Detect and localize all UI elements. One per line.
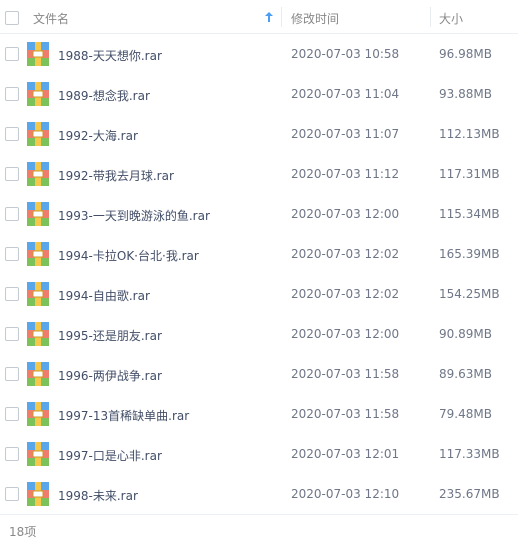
file-modified-time: 2020-07-03 12:02 [291, 247, 400, 261]
file-modified-time: 2020-07-03 11:58 [291, 367, 400, 381]
file-rows: 1988-天天想你.rar 2020-07-03 10:58 96.98MB 1… [0, 34, 518, 514]
file-modified-time: 2020-07-03 12:00 [291, 207, 400, 221]
file-size: 117.31MB [439, 167, 500, 181]
row-checkbox[interactable] [5, 207, 19, 221]
rar-archive-icon [27, 162, 49, 186]
file-modified-time: 2020-07-03 11:04 [291, 87, 400, 101]
file-modified-time: 2020-07-03 11:07 [291, 127, 400, 141]
row-checkbox[interactable] [5, 407, 19, 421]
rar-archive-icon [27, 42, 49, 66]
item-count: 18项 [9, 525, 37, 539]
file-name[interactable]: 1997-13首稀缺单曲.rar [58, 407, 189, 424]
rar-archive-icon [27, 482, 49, 506]
file-name[interactable]: 1997-口是心非.rar [58, 447, 162, 464]
file-row[interactable]: 1995-还是朋友.rar 2020-07-03 12:00 90.89MB [0, 314, 518, 354]
file-size: 79.48MB [439, 407, 492, 421]
row-checkbox[interactable] [5, 327, 19, 341]
row-checkbox[interactable] [5, 247, 19, 261]
file-modified-time: 2020-07-03 12:01 [291, 447, 400, 461]
file-name[interactable]: 1998-未来.rar [58, 487, 138, 504]
column-divider[interactable] [430, 7, 431, 27]
file-modified-time: 2020-07-03 11:58 [291, 407, 400, 421]
row-checkbox[interactable] [5, 87, 19, 101]
file-row[interactable]: 1989-想念我.rar 2020-07-03 11:04 93.88MB [0, 74, 518, 114]
file-row[interactable]: 1992-带我去月球.rar 2020-07-03 11:12 117.31MB [0, 154, 518, 194]
file-row[interactable]: 1988-天天想你.rar 2020-07-03 10:58 96.98MB [0, 34, 518, 74]
select-all-checkbox[interactable] [5, 11, 19, 25]
file-row[interactable]: 1994-自由歌.rar 2020-07-03 12:02 154.25MB [0, 274, 518, 314]
file-size: 235.67MB [439, 487, 500, 501]
rar-archive-icon [27, 322, 49, 346]
file-size: 112.13MB [439, 127, 500, 141]
row-checkbox[interactable] [5, 487, 19, 501]
file-modified-time: 2020-07-03 12:02 [291, 287, 400, 301]
file-name[interactable]: 1992-大海.rar [58, 127, 138, 144]
rar-archive-icon [27, 202, 49, 226]
file-name[interactable]: 1993-一天到晚游泳的鱼.rar [58, 207, 210, 224]
row-checkbox[interactable] [5, 367, 19, 381]
file-name[interactable]: 1994-自由歌.rar [58, 287, 150, 304]
file-size: 117.33MB [439, 447, 500, 461]
rar-archive-icon [27, 242, 49, 266]
file-size: 165.39MB [439, 247, 500, 261]
rar-archive-icon [27, 122, 49, 146]
file-row[interactable]: 1997-口是心非.rar 2020-07-03 12:01 117.33MB [0, 434, 518, 474]
status-bar: 18项 [0, 514, 518, 544]
file-row[interactable]: 1994-卡拉OK·台北·我.rar 2020-07-03 12:02 165.… [0, 234, 518, 274]
file-row[interactable]: 1996-两伊战争.rar 2020-07-03 11:58 89.63MB [0, 354, 518, 394]
file-size: 96.98MB [439, 47, 492, 61]
row-checkbox[interactable] [5, 127, 19, 141]
arrow-up-icon[interactable] [265, 11, 273, 25]
file-size: 90.89MB [439, 327, 492, 341]
file-name[interactable]: 1988-天天想你.rar [58, 47, 162, 64]
file-modified-time: 2020-07-03 12:10 [291, 487, 400, 501]
row-checkbox[interactable] [5, 167, 19, 181]
file-size: 115.34MB [439, 207, 500, 221]
file-modified-time: 2020-07-03 11:12 [291, 167, 400, 181]
list-header: 文件名 修改时间 大小 [0, 0, 518, 34]
file-size: 89.63MB [439, 367, 492, 381]
file-name[interactable]: 1989-想念我.rar [58, 87, 150, 104]
row-checkbox[interactable] [5, 287, 19, 301]
rar-archive-icon [27, 442, 49, 466]
row-checkbox[interactable] [5, 447, 19, 461]
file-row[interactable]: 1997-13首稀缺单曲.rar 2020-07-03 11:58 79.48M… [0, 394, 518, 434]
rar-archive-icon [27, 82, 49, 106]
file-list-panel: 文件名 修改时间 大小 1988-天天想你.rar 2020-07-03 10:… [0, 0, 518, 544]
rar-archive-icon [27, 402, 49, 426]
file-name[interactable]: 1994-卡拉OK·台北·我.rar [58, 247, 199, 264]
file-row[interactable]: 1998-未来.rar 2020-07-03 12:10 235.67MB [0, 474, 518, 514]
column-header-name[interactable]: 文件名 [33, 10, 69, 27]
file-name[interactable]: 1995-还是朋友.rar [58, 327, 162, 344]
file-name[interactable]: 1992-带我去月球.rar [58, 167, 174, 184]
rar-archive-icon [27, 282, 49, 306]
column-header-modified[interactable]: 修改时间 [291, 10, 339, 27]
column-header-size[interactable]: 大小 [439, 10, 463, 27]
row-checkbox[interactable] [5, 47, 19, 61]
file-size: 154.25MB [439, 287, 500, 301]
rar-archive-icon [27, 362, 49, 386]
file-row[interactable]: 1992-大海.rar 2020-07-03 11:07 112.13MB [0, 114, 518, 154]
file-name[interactable]: 1996-两伊战争.rar [58, 367, 162, 384]
file-modified-time: 2020-07-03 10:58 [291, 47, 400, 61]
column-divider[interactable] [281, 7, 282, 27]
file-row[interactable]: 1993-一天到晚游泳的鱼.rar 2020-07-03 12:00 115.3… [0, 194, 518, 234]
file-size: 93.88MB [439, 87, 492, 101]
file-modified-time: 2020-07-03 12:00 [291, 327, 400, 341]
